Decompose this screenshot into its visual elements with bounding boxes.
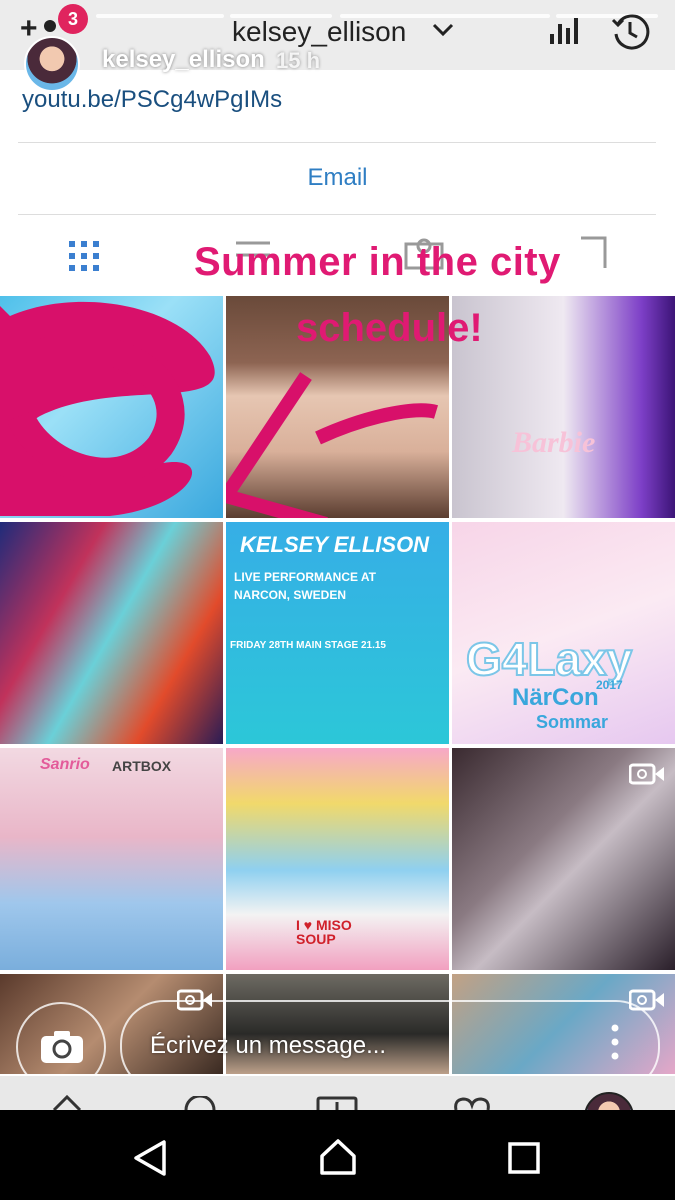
- divider: [18, 214, 656, 215]
- search-icon[interactable]: [184, 1096, 216, 1110]
- post-caption: FRIDAY 28TH MAIN STAGE 21.15: [230, 640, 386, 651]
- recent-apps-icon[interactable]: [508, 1142, 540, 1174]
- story-author-name[interactable]: kelsey_ellison: [102, 46, 265, 74]
- reply-message-placeholder: Écrivez un message...: [150, 1032, 387, 1059]
- divider: [18, 142, 656, 143]
- scribble-overlay: [0, 301, 215, 516]
- camera-icon: [41, 1031, 83, 1063]
- notification-badge: 3: [58, 4, 88, 34]
- home-button-icon[interactable]: [318, 1138, 358, 1176]
- story-overlay-title: Summer in the city: [194, 240, 561, 284]
- post-caption: KELSEY ELLISON: [240, 532, 430, 557]
- activity-heart-icon[interactable]: [452, 1096, 492, 1110]
- more-options-icon[interactable]: [610, 1024, 620, 1060]
- post-caption: ARTBOX: [112, 758, 172, 774]
- post-thumbnail[interactable]: G4Laxy NärCon 2017 Sommar: [452, 522, 675, 744]
- profile-link[interactable]: youtu.be/PSCg4wPgIMs: [22, 86, 282, 114]
- post-thumbnail[interactable]: [0, 522, 223, 744]
- post-thumbnail[interactable]: KELSEY ELLISON LIVE PERFORMANCE AT NARCO…: [226, 522, 449, 744]
- post-thumbnail[interactable]: Sanrio ARTBOX: [0, 748, 223, 970]
- story-timestamp: 15 h: [276, 48, 321, 73]
- story-progress-bar: [96, 14, 224, 18]
- chevron-down-icon[interactable]: [432, 22, 454, 38]
- story-overlay-subtitle: schedule!: [296, 306, 483, 350]
- post-caption: NärCon: [512, 684, 599, 711]
- back-icon[interactable]: [132, 1140, 168, 1176]
- home-icon[interactable]: [52, 1094, 82, 1110]
- archive-history-icon[interactable]: [610, 12, 650, 52]
- post-caption: Sanrio: [40, 756, 90, 773]
- system-navigation-bar: [0, 1110, 675, 1200]
- insights-icon[interactable]: [548, 16, 580, 46]
- notification-dot: [44, 20, 56, 32]
- post-caption: Barbie: [512, 426, 596, 459]
- post-thumbnail[interactable]: [0, 296, 223, 518]
- post-thumbnail[interactable]: [452, 748, 675, 970]
- grid-view-icon[interactable]: [68, 240, 100, 272]
- video-camera-icon: [629, 763, 664, 785]
- email-button[interactable]: Email: [0, 164, 675, 192]
- new-post-icon[interactable]: [316, 1096, 358, 1110]
- post-caption: Sommar: [536, 712, 609, 732]
- saved-icon[interactable]: [578, 236, 608, 270]
- post-caption: I ♥ MISO SOUP: [296, 917, 352, 947]
- post-caption: LIVE PERFORMANCE AT: [234, 570, 377, 584]
- post-thumbnail[interactable]: Barbie: [452, 296, 675, 518]
- bottom-tab-bar: [0, 1076, 675, 1142]
- story-author-avatar[interactable]: [24, 36, 80, 92]
- post-caption: NARCON, SWEDEN: [234, 588, 347, 602]
- post-caption: 2017: [596, 678, 623, 692]
- post-thumbnail[interactable]: I ♥ MISO SOUP: [226, 748, 449, 970]
- profile-username[interactable]: kelsey_ellison: [232, 16, 406, 48]
